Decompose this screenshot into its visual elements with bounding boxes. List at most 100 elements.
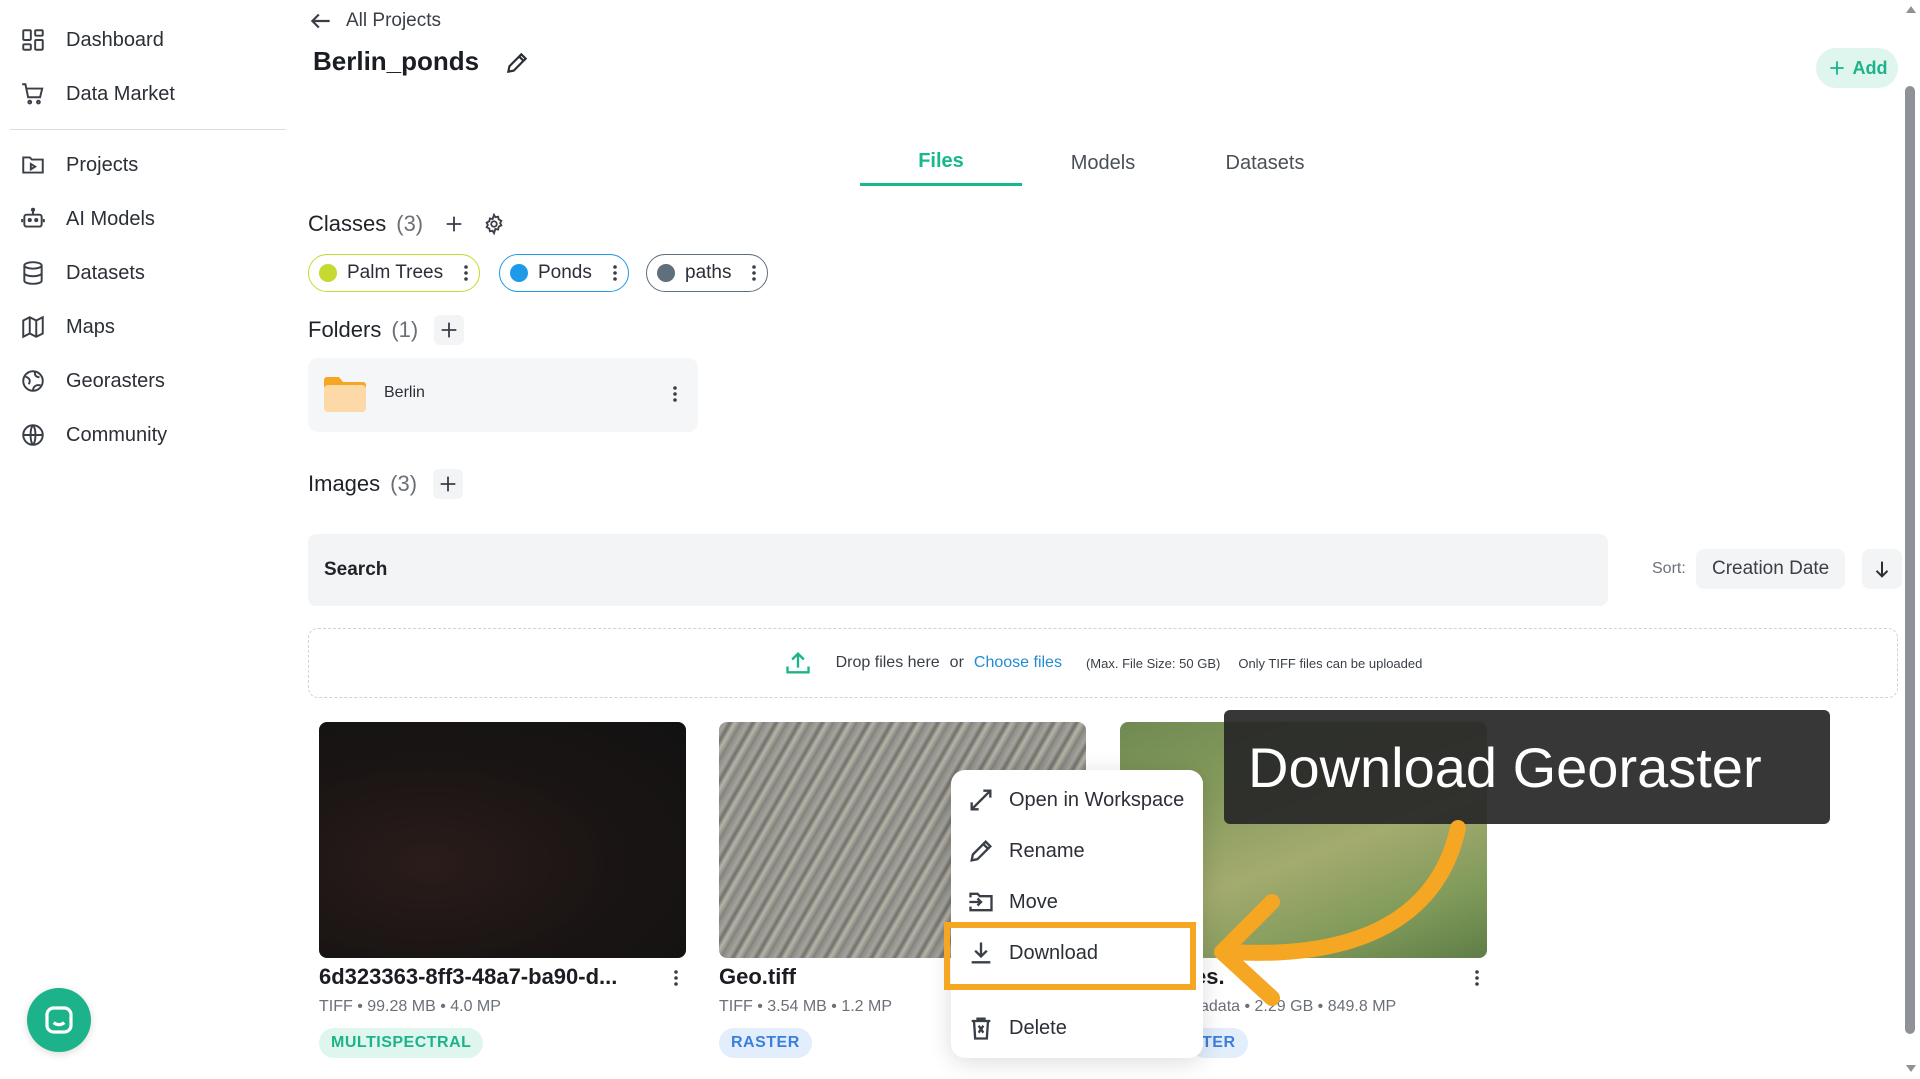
class-chip-paths[interactable]: paths — [646, 254, 769, 292]
image-type-badge: MULTISPECTRAL — [319, 1028, 484, 1058]
menu-item-label: Move — [1009, 890, 1058, 913]
add-button-label: Add — [1852, 57, 1888, 78]
folders-count: (1) — [391, 317, 419, 342]
kebab-menu-icon[interactable] — [463, 264, 469, 282]
image-thumbnail[interactable] — [319, 722, 686, 958]
gear-icon — [485, 213, 503, 235]
sidebar-item-georasters[interactable]: Georasters — [20, 361, 165, 401]
tab-datasets[interactable]: Datasets — [1184, 140, 1346, 186]
edit-title-button[interactable] — [500, 46, 534, 80]
annotation-arrow-icon — [1214, 820, 1466, 1006]
sidebar-item-projects[interactable]: Projects — [20, 145, 138, 185]
upload-icon — [785, 652, 810, 674]
plus-icon — [446, 216, 462, 232]
image-card-title[interactable]: 6d323363-8ff3-48a7-ba90-d... — [319, 964, 617, 990]
tab-files[interactable]: Files — [860, 140, 1022, 186]
annotation-tooltip: Download Georaster — [1224, 710, 1830, 824]
image-type-badge: RASTER — [719, 1028, 812, 1058]
class-chip-label: Ponds — [538, 262, 592, 283]
kebab-menu-icon[interactable] — [751, 264, 757, 282]
sort-direction-button[interactable] — [1862, 549, 1902, 589]
menu-item-label: Open in Workspace — [1009, 788, 1185, 811]
database-icon — [23, 261, 43, 285]
menu-item-delete[interactable]: Delete — [967, 1008, 1067, 1048]
add-button[interactable]: Add — [1816, 48, 1898, 88]
class-settings-button[interactable] — [479, 209, 509, 239]
tab-models[interactable]: Models — [1022, 140, 1184, 186]
dropzone-or: or — [949, 654, 964, 671]
class-chip-label: Palm Trees — [347, 262, 444, 283]
sidebar-item-maps[interactable]: Maps — [20, 307, 115, 347]
class-chip-palm-trees[interactable]: Palm Trees — [308, 254, 481, 292]
sidebar-item-label: Georasters — [66, 369, 165, 392]
dropzone-note: Only TIFF files can be uploaded — [1238, 655, 1423, 671]
kebab-menu-icon[interactable] — [673, 968, 679, 988]
plus-icon — [1829, 61, 1844, 75]
dropzone-text: Drop files here — [835, 654, 940, 671]
sidebar-item-dashboard[interactable]: Dashboard — [20, 20, 164, 60]
scrollbar-thumb[interactable] — [1905, 86, 1915, 1034]
sort-select[interactable]: Creation Date — [1696, 549, 1846, 589]
choose-files-link[interactable]: Choose files — [974, 654, 1062, 672]
sidebar-item-ai-models[interactable]: AI Models — [20, 199, 155, 239]
sidebar-item-label: AI Models — [66, 207, 155, 230]
class-chip-label: paths — [685, 262, 732, 283]
page-title: Berlin_ponds — [313, 46, 480, 76]
class-color-dot — [657, 264, 675, 282]
sidebar-item-label: Datasets — [66, 261, 145, 284]
dashboard-icon — [22, 29, 44, 51]
download-highlight-box — [944, 922, 1196, 990]
back-link-label: All Projects — [346, 10, 442, 31]
image-context-menu: Open in Workspace Rename Move Download D… — [951, 770, 1203, 1058]
add-image-button[interactable] — [433, 469, 464, 499]
sidebar-item-datasets[interactable]: Datasets — [20, 253, 145, 293]
scroll-up-icon[interactable] — [1905, 4, 1917, 14]
sidebar-item-label: Projects — [66, 153, 139, 176]
kebab-menu-icon[interactable] — [612, 264, 618, 282]
menu-item-label: Rename — [1009, 839, 1085, 862]
sort-label: Sort: — [1652, 560, 1686, 577]
sidebar: Dashboard Data Market Projects AI Models… — [0, 0, 290, 1079]
projects-icon — [22, 156, 44, 174]
folder-card[interactable]: Berlin — [308, 358, 698, 432]
folders-title: Folders — [308, 317, 382, 342]
menu-item-label: Delete — [1009, 1016, 1067, 1039]
arrow-left-icon — [310, 13, 330, 29]
arrow-down-icon — [1875, 561, 1889, 578]
pencil-icon — [506, 52, 528, 74]
image-card-meta: TIFF • 3.54 MB • 1.2 MP — [719, 998, 893, 1015]
file-dropzone[interactable]: Drop files here or Choose files (Max. Fi… — [308, 628, 1898, 698]
classes-section-header: Classes (3) — [308, 209, 509, 239]
kebab-menu-icon[interactable] — [672, 384, 678, 404]
cart-icon — [22, 83, 44, 105]
sidebar-item-data-market[interactable]: Data Market — [20, 74, 175, 114]
folder-icon — [324, 377, 366, 412]
add-folder-button[interactable] — [434, 315, 465, 345]
class-color-dot — [510, 264, 528, 282]
plus-icon — [441, 322, 457, 338]
scroll-down-icon[interactable] — [1905, 1064, 1917, 1074]
menu-item-rename[interactable]: Rename — [967, 831, 1085, 871]
class-color-dot — [319, 264, 337, 282]
image-card-title[interactable]: Geo.tiff — [719, 964, 796, 990]
sidebar-item-label: Maps — [66, 315, 115, 338]
sidebar-item-label: Dashboard — [66, 28, 164, 51]
chat-icon — [45, 1006, 73, 1034]
images-section-header: Images (3) — [308, 469, 464, 499]
back-to-projects-link[interactable]: All Projects — [308, 6, 441, 36]
plus-icon — [440, 476, 456, 492]
menu-item-move[interactable]: Move — [967, 882, 1058, 922]
move-icon — [969, 892, 993, 912]
sidebar-divider — [10, 129, 286, 130]
menu-item-open-in-workspace[interactable]: Open in Workspace — [967, 780, 1184, 820]
sidebar-item-community[interactable]: Community — [20, 415, 167, 455]
sidebar-item-label: Data Market — [66, 82, 175, 105]
chat-button[interactable] — [27, 988, 91, 1052]
image-card-meta: TIFF • 99.28 MB • 4.0 MP — [319, 998, 501, 1015]
class-chip-ponds[interactable]: Ponds — [499, 254, 629, 292]
search-input[interactable]: Search — [308, 534, 1608, 606]
folders-section-header: Folders (1) — [308, 315, 465, 345]
add-class-button[interactable] — [439, 209, 469, 239]
folder-name: Berlin — [384, 384, 425, 401]
images-title: Images — [308, 471, 381, 496]
